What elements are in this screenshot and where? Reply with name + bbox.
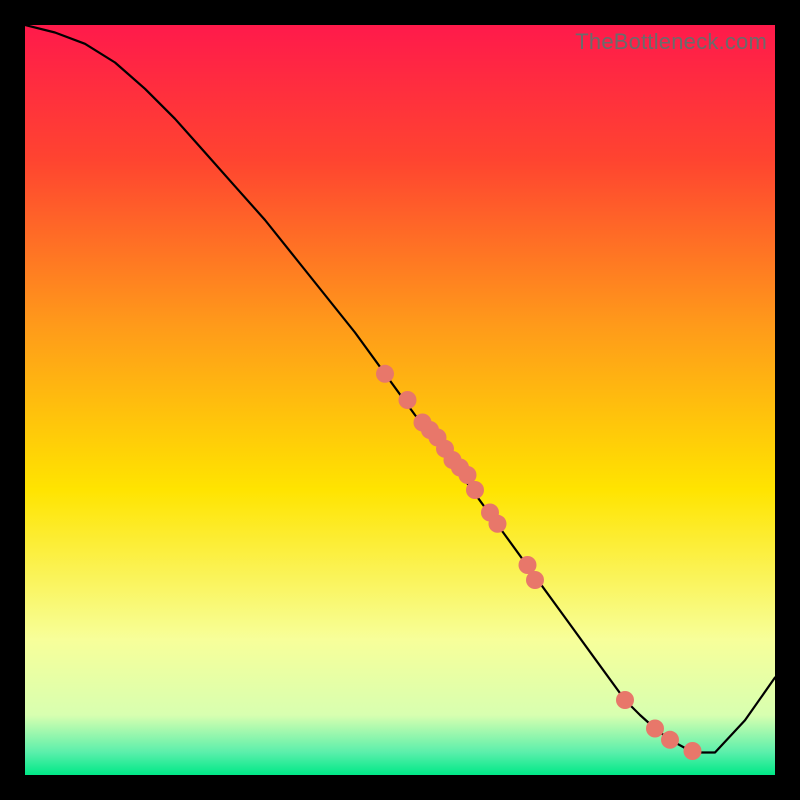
data-point [489, 515, 507, 533]
data-point [466, 481, 484, 499]
data-point [684, 742, 702, 760]
data-point [661, 731, 679, 749]
data-point [646, 720, 664, 738]
chart-svg [25, 25, 775, 775]
data-point [526, 571, 544, 589]
data-point [376, 365, 394, 383]
data-point [616, 691, 634, 709]
watermark-text: TheBottleneck.com [575, 29, 767, 55]
chart-frame: TheBottleneck.com [25, 25, 775, 775]
data-point [399, 391, 417, 409]
